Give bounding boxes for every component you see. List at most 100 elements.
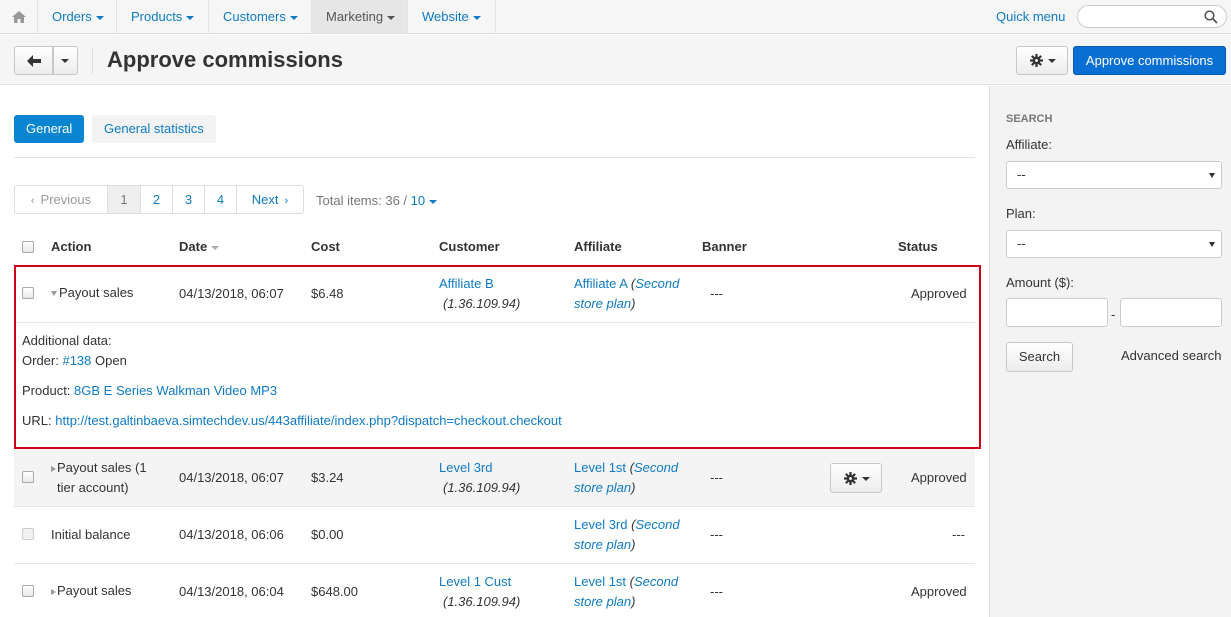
quick-search-input[interactable] [1077,5,1227,28]
affiliate-link[interactable]: Level 1st [574,574,626,589]
amount-from-input[interactable] [1006,298,1108,327]
arrow-left-icon [27,55,41,67]
pagination: ‹ Previous 1 2 3 4 Next › [14,185,304,214]
nav-marketing-label: Marketing [326,9,384,24]
row-affiliate: Level 1st (Second store plan) [574,574,679,609]
col-date-label: Date [179,239,208,254]
nav-orders-label: Orders [52,9,92,24]
col-status: Status [898,239,938,254]
customer-ip: (1.36.109.94) [443,480,521,495]
row-status: Approved [911,470,967,485]
gear-icon [1030,54,1043,67]
total-items-label: Total items: 36 / [316,193,408,208]
nav-marketing[interactable]: Marketing [312,0,408,33]
pagination-previous[interactable]: ‹ Previous [15,186,108,213]
advanced-search-link[interactable]: Advanced search [1121,348,1221,363]
sort-down-icon [211,245,220,250]
search-icon [1204,10,1218,24]
pagination-page-3[interactable]: 3 [173,186,205,213]
pagination-page-1[interactable]: 1 [108,186,141,213]
home-icon [12,11,26,23]
expand-icon [51,465,56,472]
row-action[interactable]: Payout sales (1 tier account) [51,458,161,498]
quick-menu-link[interactable]: Quick menu [996,0,1065,33]
customer-link[interactable]: Level 3rd [439,458,520,478]
chevron-down-icon [95,15,104,20]
chevron-down-icon [862,477,870,481]
row-checkbox[interactable] [22,471,34,483]
col-banner: Banner [702,239,747,254]
affiliate-link[interactable]: Level 1st [574,460,626,475]
row-checkbox [22,528,34,540]
plan-select[interactable]: -- [1006,230,1222,258]
nav-products-label: Products [131,9,183,24]
row-cost: $648.00 [311,584,358,599]
approve-commissions-button[interactable]: Approve commissions [1073,46,1226,75]
nav-customers-label: Customers [223,9,286,24]
row-action[interactable]: Payout sales [51,581,131,601]
row-cost: $0.00 [311,527,344,542]
per-page-selector[interactable]: 10 [411,193,425,208]
pagination-page-2[interactable]: 2 [141,186,173,213]
pagination-page-4[interactable]: 4 [205,186,237,213]
pagination-previous-label: Previous [40,192,92,207]
amount-label: Amount ($): [1006,275,1074,290]
chevron-down-icon [387,15,396,20]
pagination-next[interactable]: Next › [237,186,303,213]
amount-range-separator: - [1111,307,1116,322]
header-divider [92,48,93,74]
row-date: 04/13/2018, 06:06 [179,527,284,542]
top-nav: Orders Products Customers Marketing Webs… [0,0,1231,34]
row-action-label: Payout sales (1 [57,460,147,475]
chevron-down-icon [1048,59,1056,63]
row-date: 04/13/2018, 06:04 [179,584,284,599]
row-banner: --- [710,470,723,485]
gear-icon [844,472,857,485]
plan-label: Plan: [1006,206,1036,221]
row-affiliate: Level 1st (Second store plan) [574,460,679,495]
col-customer: Customer [439,239,500,254]
nav-customers[interactable]: Customers [209,0,312,33]
row-customer: Level 1 Cust (1.36.109.94) [439,572,520,612]
nav-website-label: Website [422,9,469,24]
chevron-right-icon: › [284,195,289,207]
chevron-left-icon: ‹ [30,195,35,207]
expand-icon [51,588,56,595]
nav-products[interactable]: Products [117,0,209,33]
col-date[interactable]: Date [179,239,220,254]
row-divider [14,506,975,507]
search-button[interactable]: Search [1006,342,1073,372]
search-sidebar: SEARCH Affiliate: -- Plan: -- Amount ($)… [989,86,1231,617]
pagination-next-label: Next [251,192,279,207]
affiliate-label: Affiliate: [1006,137,1053,152]
row-affiliate: Level 3rd (Second store plan) [574,517,680,552]
home-button[interactable] [0,0,38,33]
sidebar-title: SEARCH [1006,113,1053,125]
customer-ip: (1.36.109.94) [443,594,521,609]
amount-to-input[interactable] [1120,298,1222,327]
nav-website[interactable]: Website [408,0,496,33]
affiliate-link[interactable]: Level 3rd [574,517,627,532]
col-affiliate: Affiliate [574,239,622,254]
row-action: Initial balance [51,527,131,542]
row-banner: --- [710,527,723,542]
row-actions-button[interactable] [830,463,882,493]
plan-select-value: -- [1017,236,1026,251]
col-cost: Cost [311,239,340,254]
tab-general[interactable]: General [14,115,85,143]
back-button[interactable] [14,46,53,75]
row-status: Approved [911,584,967,599]
chevron-down-icon [289,15,298,20]
highlight-box [14,265,981,449]
chevron-down-icon [472,15,481,20]
settings-dropdown-button[interactable] [1016,46,1068,75]
affiliate-select-value: -- [1017,167,1026,182]
row-customer: Level 3rd (1.36.109.94) [439,458,520,498]
nav-orders[interactable]: Orders [38,0,117,33]
back-dropdown-button[interactable] [53,46,78,75]
row-checkbox[interactable] [22,585,34,597]
affiliate-select[interactable]: -- [1006,161,1222,189]
tab-general-statistics[interactable]: General statistics [92,115,216,143]
customer-link[interactable]: Level 1 Cust [439,572,520,592]
select-all-checkbox[interactable] [22,241,34,253]
